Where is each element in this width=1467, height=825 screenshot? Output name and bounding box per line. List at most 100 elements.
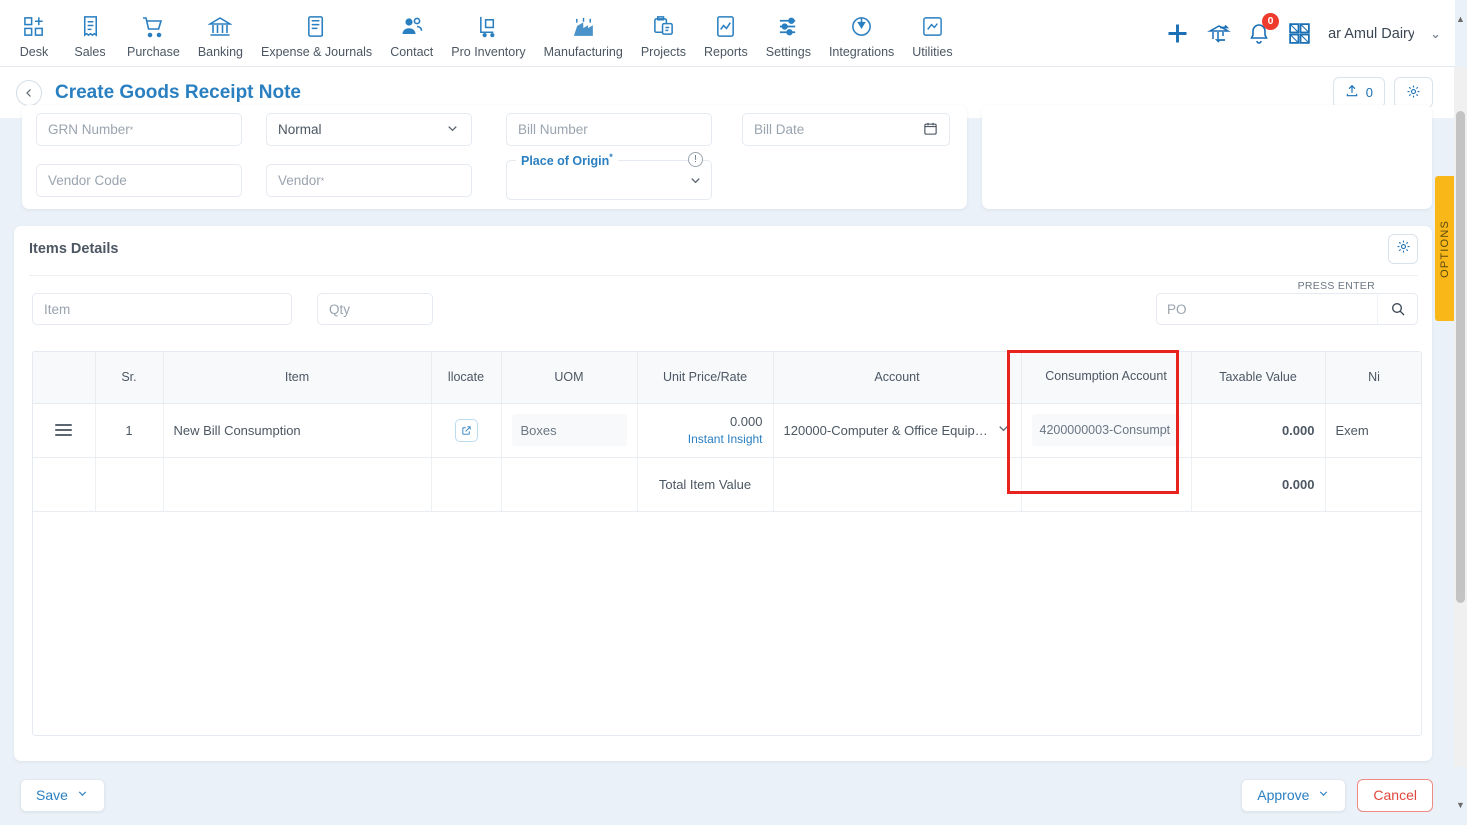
item-search-placeholder: Item — [44, 301, 71, 317]
upload-icon — [1345, 84, 1359, 101]
items-table-body: 1 New Bill Consumption Boxes 0.000 Insta… — [33, 403, 1421, 512]
col-uom: UOM — [501, 352, 638, 404]
col-drag — [33, 352, 96, 404]
bill-number-input[interactable]: Bill Number — [506, 113, 712, 146]
vendor-code-input[interactable]: Vendor Code — [36, 164, 242, 197]
chevron-down-icon[interactable] — [996, 421, 1011, 439]
options-tab-label: OPTIONS — [1439, 219, 1451, 278]
attachment-count: 0 — [1365, 85, 1373, 100]
row-account-select[interactable]: 120000-Computer & Office Equipment — [784, 421, 1011, 439]
row-allocate-cell[interactable] — [431, 403, 502, 458]
nav-item-banking[interactable]: Banking — [189, 8, 252, 59]
receipt-icon — [79, 14, 102, 40]
row-uom-cell[interactable]: Boxes — [501, 403, 638, 458]
nav-item-contact[interactable]: Contact — [381, 8, 442, 59]
nav-label: Manufacturing — [543, 44, 623, 59]
top-nav-right-actions: 0 ar Amul Dairy ⌄ — [1164, 0, 1441, 67]
total-spacer-4 — [431, 457, 502, 512]
place-of-origin-label: Place of Origin* — [516, 152, 618, 169]
bell-icon[interactable]: 0 — [1247, 12, 1280, 46]
bill-date-placeholder: Bill Date — [754, 122, 805, 137]
approve-button[interactable]: Approve — [1241, 778, 1347, 812]
utilities-icon — [921, 14, 944, 40]
nav-label: Sales — [74, 44, 106, 59]
row-item-cell[interactable]: New Bill Consumption — [163, 403, 432, 458]
back-button[interactable] — [16, 79, 42, 106]
col-taxable-value: Taxable Value — [1191, 352, 1326, 404]
col-nil-rated: Ni — [1325, 352, 1421, 404]
nav-label: Utilities — [912, 44, 953, 59]
row-unit-price-value: 0.000 — [729, 414, 763, 429]
po-search-input[interactable] — [1157, 301, 1377, 317]
bill-date-input[interactable]: Bill Date — [742, 113, 950, 146]
nav-item-desk[interactable]: Desk — [6, 8, 62, 59]
nav-label: Purchase — [127, 44, 180, 59]
gear-icon — [1406, 84, 1421, 102]
plug-icon — [850, 14, 873, 40]
items-table-wrapper: Sr. Item llocate UOM Unit Price/Rate Acc… — [32, 351, 1422, 736]
item-search-input[interactable]: Item — [32, 293, 292, 325]
grid-apps-icon[interactable] — [1287, 21, 1312, 46]
user-account-name[interactable]: ar Amul Dairy — [1328, 26, 1414, 42]
bank-transfer-icon[interactable] — [1207, 22, 1231, 46]
nav-item-expense-journals[interactable]: Expense & Journals — [252, 8, 381, 59]
gear-icon — [1396, 239, 1411, 259]
cart-icon — [141, 14, 165, 40]
row-account-cell[interactable]: 120000-Computer & Office Equipment — [773, 403, 1022, 458]
top-navigation-bar: Desk Sales Purchase Banking Expense & Jo… — [0, 0, 1455, 67]
row-unit-price-cell[interactable]: 0.000 Instant Insight — [637, 403, 774, 458]
row-drag-cell[interactable] — [33, 403, 96, 458]
nav-item-utilities[interactable]: Utilities — [903, 8, 961, 59]
chevron-down-icon — [76, 787, 89, 803]
qty-search-input[interactable]: Qty — [317, 293, 433, 325]
required-mark: * — [609, 152, 613, 162]
page-scrollbar[interactable] — [1454, 67, 1467, 767]
instant-insight-link[interactable]: Instant Insight — [648, 432, 763, 446]
row-sr: 1 — [95, 403, 164, 458]
settings-gear-button[interactable] — [1394, 77, 1433, 108]
plus-icon[interactable] — [1164, 20, 1191, 47]
nav-label: Expense & Journals — [261, 44, 373, 59]
options-side-tab[interactable]: OPTIONS — [1435, 176, 1455, 321]
items-table-head: Sr. Item llocate UOM Unit Price/Rate Acc… — [33, 352, 1421, 404]
search-icon[interactable] — [1377, 294, 1417, 324]
scrollbar-thumb[interactable] — [1456, 111, 1465, 603]
drag-handle-icon[interactable] — [43, 424, 85, 436]
items-settings-gear-button[interactable] — [1388, 234, 1418, 264]
nav-label: Desk — [19, 44, 49, 59]
page-header-actions: 0 — [1332, 77, 1433, 108]
notification-badge: 0 — [1262, 12, 1280, 30]
nav-item-purchase[interactable]: Purchase — [118, 8, 189, 59]
nav-item-settings[interactable]: Settings — [757, 8, 820, 59]
chevron-down-icon[interactable]: ⌄ — [1430, 26, 1441, 42]
calendar-icon[interactable] — [923, 121, 938, 139]
scroll-up-arrow-icon[interactable]: ▲ — [1455, 14, 1466, 24]
grn-type-select[interactable]: Normal — [266, 113, 472, 146]
nav-item-pro-inventory[interactable]: Pro Inventory — [442, 8, 534, 59]
save-button[interactable]: Save — [20, 778, 105, 812]
vendor-input[interactable]: Vendor * — [266, 164, 472, 197]
grn-form-card: GRN Number * Normal Bill Number Bill Date… — [22, 105, 967, 209]
po-search-field[interactable] — [1156, 293, 1418, 325]
col-allocate: llocate — [431, 352, 502, 404]
nav-item-sales[interactable]: Sales — [62, 8, 118, 59]
place-of-origin-select[interactable]: Place of Origin* ! — [506, 152, 712, 200]
total-spacer-5 — [501, 457, 638, 512]
external-link-icon[interactable] — [454, 418, 478, 442]
col-unit-price-rate: Unit Price/Rate — [637, 352, 774, 404]
row-consumption-account-cell[interactable]: 4200000003-Consumpt — [1021, 403, 1192, 458]
total-spacer-6 — [773, 457, 1022, 512]
attachment-upload-button[interactable]: 0 — [1332, 77, 1385, 108]
nav-item-reports[interactable]: Reports — [695, 8, 757, 59]
nav-item-projects[interactable]: Projects — [632, 8, 695, 59]
info-icon[interactable]: ! — [688, 152, 703, 167]
row-uom-value[interactable]: Boxes — [511, 414, 627, 446]
nav-item-integrations[interactable]: Integrations — [820, 8, 903, 59]
press-enter-hint: PRESS ENTER — [1297, 280, 1375, 292]
grn-number-input[interactable]: GRN Number * — [36, 113, 242, 146]
scroll-down-arrow-icon[interactable]: ▼ — [1455, 800, 1466, 810]
cancel-button[interactable]: Cancel — [1357, 778, 1433, 812]
row-consumption-account-value[interactable]: 4200000003-Consumpt — [1031, 414, 1181, 446]
dashboard-icon — [23, 14, 46, 40]
nav-item-manufacturing[interactable]: Manufacturing — [535, 8, 632, 59]
